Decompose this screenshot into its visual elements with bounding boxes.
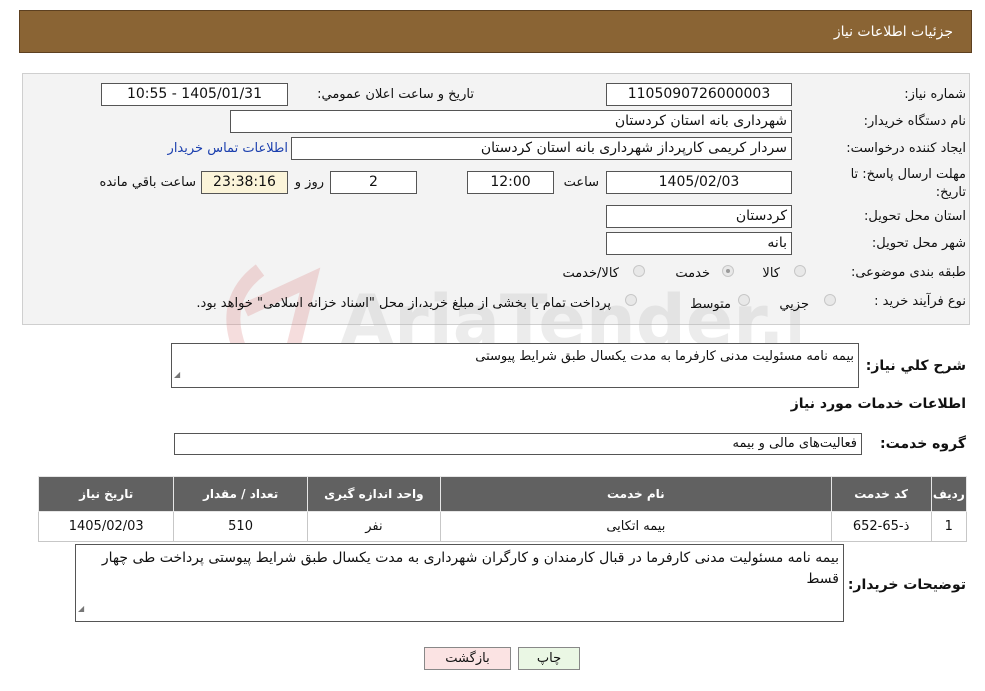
need-number-field: 1105090726000003 — [606, 83, 792, 106]
summary-textarea[interactable]: بیمه نامه مسئولیت مدنی کارفرما به مدت یک… — [171, 343, 859, 388]
col-row-number: رديف — [930, 476, 968, 512]
process-note: پرداخت تمام یا بخشی از مبلغ خرید،از محل … — [196, 296, 611, 311]
remaining-label: ساعت باقي مانده — [99, 175, 196, 190]
col-unit: واحد اندازه گيری — [306, 476, 442, 512]
category-option-goods-service: کالا/خدمت — [562, 266, 619, 281]
category-radio-goods[interactable] — [794, 265, 806, 277]
remaining-time-field: 23:38:16 — [201, 171, 288, 194]
services-table: رديف کد خدمت نام خدمت واحد اندازه گيری ت… — [37, 476, 968, 542]
process-radio-treasury[interactable] — [625, 294, 637, 306]
services-section-title: اطلاعات خدمات مورد نياز — [790, 396, 966, 412]
buyer-org-label: نام دستگاه خريدار: — [863, 114, 966, 129]
creator-label: ايجاد کننده درخواست: — [846, 141, 966, 156]
buyer-org-field: شهرداری بانه استان کردستان — [230, 110, 792, 133]
buyer-notes-textarea[interactable]: بیمه نامه مسئولیت مدنی کارفرما در قبال ک… — [75, 544, 844, 622]
need-number-label: شماره نیاز: — [904, 87, 966, 102]
city-label: شهر محل تحويل: — [871, 236, 966, 251]
process-option-minor: جزيي — [779, 297, 809, 312]
page-title: جزئیات اطلاعات نیاز — [833, 24, 953, 40]
creator-field: سردار کریمی کارپرداز شهرداری بانه استان … — [291, 137, 792, 160]
cell-row-number: 1 — [930, 511, 968, 542]
summary-label: شرح كلي نياز: — [865, 358, 966, 374]
service-group-label: گروه خدمت: — [880, 436, 966, 452]
deadline-time-field: 12:00 — [467, 171, 554, 194]
province-field: کردستان — [606, 205, 792, 228]
cell-need-date: 1405/02/03 — [37, 511, 175, 542]
summary-text: بیمه نامه مسئولیت مدنی کارفرما به مدت یک… — [475, 349, 854, 364]
category-label: طبقه بندی موضوعی: — [850, 265, 966, 280]
cell-unit: نفر — [306, 511, 442, 542]
table-row: 1 ذ-65-652 بیمه اتکایی نفر 510 1405/02/0… — [37, 511, 968, 542]
col-need-date: تاريخ نياز — [37, 476, 175, 512]
service-group-field: فعالیت‌های مالی و بیمه — [174, 433, 862, 455]
announce-label: تاریخ و ساعت اعلان عمومي: — [317, 87, 474, 102]
resize-grip-icon[interactable]: ◢ — [174, 365, 180, 385]
cell-service-code: ذ-65-652 — [830, 511, 932, 542]
process-label: نوع فرآيند خريد : — [874, 294, 966, 309]
col-service-code: کد خدمت — [830, 476, 932, 512]
buyer-notes-label: توضيحات خريدار: — [847, 577, 966, 593]
back-button[interactable]: بازگشت — [424, 647, 511, 670]
col-service-name: نام خدمت — [440, 476, 832, 512]
cell-service-name: بیمه اتکایی — [440, 511, 832, 542]
cell-quantity: 510 — [173, 511, 308, 542]
category-option-goods: کالا — [762, 266, 780, 281]
announce-datetime-field: 1405/01/31 - 10:55 — [101, 83, 288, 106]
deadline-date-field: 1405/02/03 — [606, 171, 792, 194]
table-header-row: رديف کد خدمت نام خدمت واحد اندازه گيری ت… — [37, 476, 968, 512]
category-radio-service[interactable] — [722, 265, 734, 277]
deadline-label: مهلت ارسال پاسخ: تا تاريخ: — [850, 167, 966, 200]
days-field: 2 — [330, 171, 417, 194]
province-label: استان محل تحويل: — [864, 209, 966, 224]
deadline-time-label: ساعت — [563, 175, 599, 190]
process-option-medium: متوسط — [690, 297, 731, 312]
process-radio-medium[interactable] — [738, 294, 750, 306]
col-quantity: تعداد / مقدار — [173, 476, 308, 512]
page-header: جزئیات اطلاعات نیاز — [19, 10, 972, 53]
buyer-notes-text: بیمه نامه مسئولیت مدنی کارفرما در قبال ک… — [101, 550, 839, 587]
buyer-contact-link[interactable]: اطلاعات تماس خريدار — [168, 141, 288, 156]
category-option-service: خدمت — [675, 266, 710, 281]
resize-grip-icon[interactable]: ◢ — [78, 598, 84, 619]
process-radio-minor[interactable] — [824, 294, 836, 306]
city-field: بانه — [606, 232, 792, 255]
category-radio-goods-service[interactable] — [633, 265, 645, 277]
days-label: روز و — [294, 175, 324, 190]
print-button[interactable]: چاپ — [518, 647, 580, 670]
